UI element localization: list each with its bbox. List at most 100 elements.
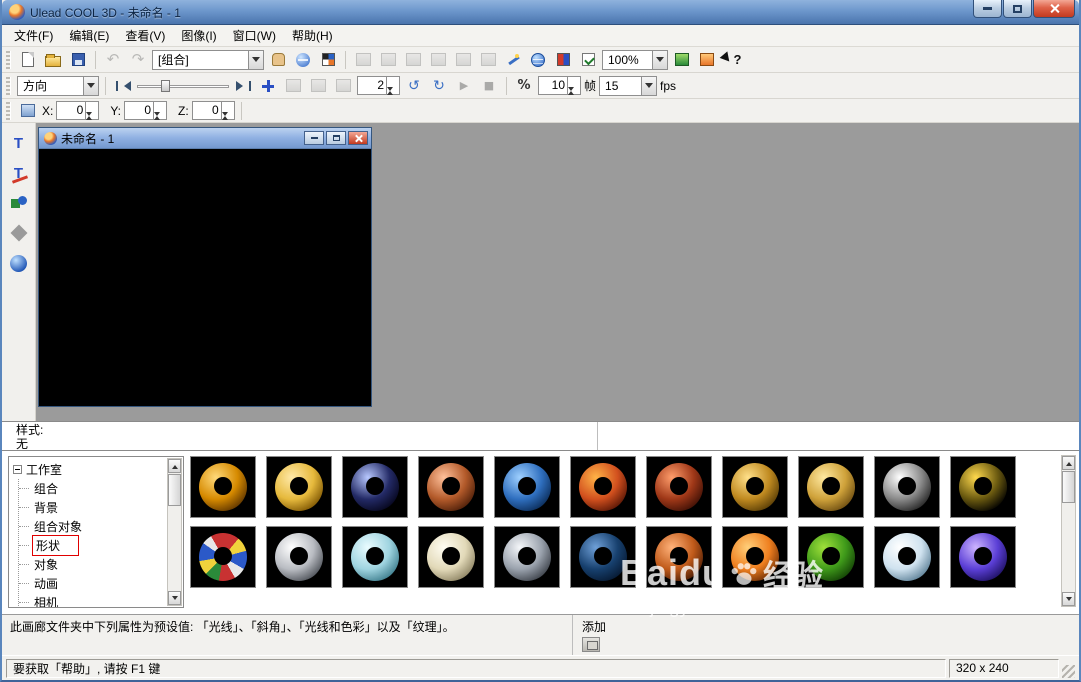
insert-graphics-button[interactable]	[6, 191, 32, 215]
percent-button[interactable]: %	[513, 76, 535, 96]
collapse-icon[interactable]	[13, 465, 22, 474]
gallery-item-white-blue-torus[interactable]	[874, 526, 940, 588]
stop-button[interactable]: ■	[478, 76, 500, 96]
timeline-slider[interactable]	[137, 77, 229, 95]
orbit-tool-button[interactable]	[292, 50, 314, 70]
fps-dropdown[interactable]: 15	[599, 75, 658, 96]
close-button[interactable]	[1033, 0, 1075, 18]
gallery-item-gold-nugget-torus[interactable]	[798, 456, 864, 518]
scroll-thumb[interactable]	[168, 474, 181, 506]
gallery-item-copper-torus[interactable]	[418, 456, 484, 518]
easypalette-button[interactable]	[6, 251, 32, 275]
transform-mode-button[interactable]	[17, 101, 39, 121]
anim-tool-button-2[interactable]	[307, 76, 329, 96]
document-title-bar[interactable]: 未命名 - 1	[39, 128, 371, 149]
scroll-down-button[interactable]	[1062, 592, 1075, 606]
open-file-button[interactable]	[42, 50, 64, 70]
export-button-6[interactable]	[477, 50, 499, 70]
dropdown-button[interactable]	[652, 50, 667, 69]
menu-item[interactable]: 文件(F)	[6, 25, 61, 46]
gallery-item-patchwork-torus[interactable]	[190, 526, 256, 588]
gallery-item-leopard-torus[interactable]	[950, 456, 1016, 518]
gallery-item-orange-rough-torus[interactable]	[570, 456, 636, 518]
scroll-track[interactable]	[1062, 470, 1075, 592]
scroll-track[interactable]	[168, 473, 181, 591]
confirm-button[interactable]	[577, 50, 599, 70]
effects-button[interactable]	[6, 221, 32, 245]
tree-scrollbar[interactable]	[167, 458, 182, 606]
z-spinner[interactable]: 0	[191, 99, 235, 133]
menu-item[interactable]: 图像(I)	[173, 25, 224, 46]
scroll-up-button[interactable]	[168, 459, 181, 473]
edit-text-button[interactable]: T	[6, 161, 32, 185]
maximize-button[interactable]	[1003, 0, 1032, 18]
document-window[interactable]: 未命名 - 1	[38, 127, 372, 407]
gallery-item-orange-glossy-torus[interactable]	[722, 526, 788, 588]
scroll-down-button[interactable]	[168, 591, 181, 605]
gallery-item-gold-torus[interactable]	[266, 456, 332, 518]
gallery-item-aqua-glossy-torus[interactable]	[342, 526, 408, 588]
export-button-2[interactable]	[377, 50, 399, 70]
anim-tool-button-1[interactable]	[282, 76, 304, 96]
gallery-scrollbar[interactable]	[1061, 455, 1076, 607]
y-spinner[interactable]: 0	[124, 99, 168, 133]
context-help-button[interactable]: ?	[719, 50, 743, 70]
scroll-up-button[interactable]	[1062, 456, 1075, 470]
frame-spinner[interactable]: 10	[538, 74, 581, 108]
gallery-item-blue-rough-torus[interactable]	[494, 456, 560, 518]
doc-restore-button[interactable]	[326, 131, 346, 145]
tree-item[interactable]: 动画	[19, 574, 181, 593]
redo-button[interactable]: ↷	[127, 50, 149, 70]
dropdown-button[interactable]	[641, 76, 657, 95]
minimize-button[interactable]	[973, 0, 1002, 18]
tree-item[interactable]: 形状	[19, 535, 181, 556]
x-spinner[interactable]: 0	[56, 99, 100, 133]
dropdown-button[interactable]	[83, 76, 98, 95]
add-keyframe-button[interactable]	[257, 76, 279, 96]
tree-item[interactable]: 背景	[19, 498, 181, 517]
gallery-item-green-lathe-torus[interactable]	[798, 526, 864, 588]
last-frame-button[interactable]	[232, 76, 254, 96]
menu-item[interactable]: 查看(V)	[117, 25, 173, 46]
tree-item[interactable]: 相机	[19, 593, 181, 607]
resize-grip[interactable]	[1062, 665, 1075, 678]
toolbar-grip[interactable]	[6, 50, 11, 69]
tree-item[interactable]: 组合对象	[19, 517, 181, 536]
toolbar-grip[interactable]	[6, 76, 11, 95]
slider-thumb[interactable]	[161, 79, 170, 92]
object-selector-dropdown[interactable]: [组合]	[152, 49, 264, 70]
new-file-button[interactable]	[17, 50, 39, 70]
record-button[interactable]	[671, 50, 693, 70]
play-button[interactable]: ▶	[453, 76, 475, 96]
menu-item[interactable]: 编辑(E)	[61, 25, 117, 46]
first-frame-button[interactable]	[112, 76, 134, 96]
color-mode-button[interactable]	[552, 50, 574, 70]
direction-dropdown[interactable]: 方向	[17, 75, 99, 96]
doc-minimize-button[interactable]	[304, 131, 324, 145]
gallery-item-darkblue-rough-torus[interactable]	[570, 526, 636, 588]
quality-spinner[interactable]: 2	[357, 74, 400, 108]
export-button-5[interactable]	[452, 50, 474, 70]
zoom-dropdown[interactable]: 100%	[602, 49, 668, 70]
dropdown-button[interactable]	[248, 50, 263, 69]
rotate-cw-button[interactable]: ↻	[428, 76, 450, 96]
gallery-item-navy-glossy-torus[interactable]	[342, 456, 408, 518]
pan-tool-button[interactable]	[267, 50, 289, 70]
tree-item[interactable]: 对象	[19, 555, 181, 574]
export-button-3[interactable]	[402, 50, 424, 70]
export-button-4[interactable]	[427, 50, 449, 70]
gallery-item-ivory-torus[interactable]	[418, 526, 484, 588]
tree-item[interactable]: 组合	[19, 479, 181, 498]
undo-button[interactable]: ↶	[102, 50, 124, 70]
save-button[interactable]	[67, 50, 89, 70]
anim-tool-button-3[interactable]	[332, 76, 354, 96]
doc-close-button[interactable]	[348, 131, 368, 145]
menu-item[interactable]: 帮助(H)	[284, 25, 341, 46]
gallery-item-gold-weave-torus[interactable]	[722, 456, 788, 518]
insert-text-button[interactable]: T	[6, 131, 32, 155]
add-to-gallery-button[interactable]	[582, 637, 600, 652]
camera-export-button[interactable]	[696, 50, 718, 70]
texture-mode-button[interactable]	[317, 50, 339, 70]
tree-root[interactable]: 工作室	[13, 460, 181, 479]
toolbar-grip[interactable]	[6, 101, 11, 120]
